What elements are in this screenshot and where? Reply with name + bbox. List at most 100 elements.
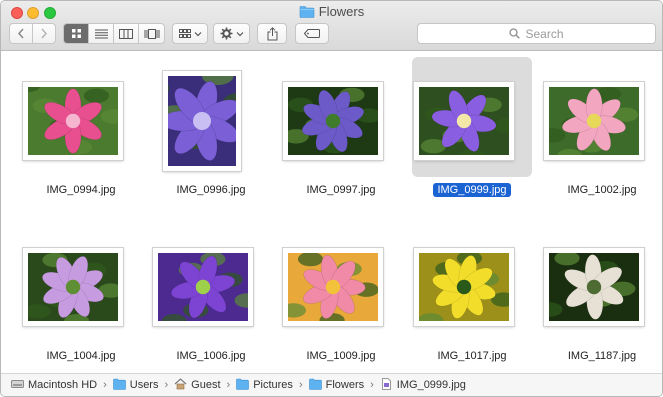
- file-name-label[interactable]: IMG_1002.jpg: [542, 184, 662, 196]
- photo-preview: [549, 253, 639, 321]
- photo-image: [168, 76, 236, 166]
- file-item[interactable]: IMG_1006.jpg: [151, 223, 271, 373]
- path-item[interactable]: Guest: [174, 377, 221, 393]
- file-name-text: IMG_0996.jpg: [176, 184, 246, 196]
- path-item[interactable]: Users: [112, 378, 159, 393]
- file-thumbnail[interactable]: [544, 248, 644, 326]
- folder-icon: [308, 378, 322, 393]
- list-icon: [94, 29, 108, 38]
- photo-preview: [28, 253, 118, 321]
- tag-icon: [304, 29, 320, 38]
- file-thumbnail[interactable]: [414, 248, 514, 326]
- path-item[interactable]: IMG_0999.jpg: [380, 377, 466, 393]
- search-placeholder: Search: [525, 26, 564, 41]
- photo-image: [419, 87, 509, 155]
- photo-preview: [288, 87, 378, 155]
- icon-view-button[interactable]: [64, 24, 89, 43]
- search-field[interactable]: Search: [417, 23, 656, 44]
- column-view-button[interactable]: [114, 24, 139, 43]
- folder-icon: [299, 5, 315, 21]
- file-name-label[interactable]: IMG_1009.jpg: [281, 350, 401, 362]
- path-item-label: IMG_0999.jpg: [396, 379, 466, 391]
- window-title: Flowers: [1, 4, 662, 21]
- file-thumbnail[interactable]: [153, 248, 253, 326]
- tags-button[interactable]: [295, 23, 329, 44]
- finder-window: Flowers Search IMG_0994.jpg IMG_0996.jpg…: [0, 0, 663, 397]
- file-item[interactable]: IMG_0997.jpg: [281, 57, 401, 207]
- photo-image: [549, 253, 639, 321]
- photo-image: [28, 253, 118, 321]
- view-mode-control: [63, 23, 165, 44]
- file-thumbnail[interactable]: [163, 71, 241, 171]
- photo-preview: [28, 87, 118, 155]
- list-view-button[interactable]: [89, 24, 114, 43]
- file-name-text: IMG_1009.jpg: [306, 350, 376, 362]
- chevron-right-icon: ›: [298, 379, 303, 391]
- file-name-text: IMG_1004.jpg: [46, 350, 116, 362]
- file-thumbnail[interactable]: [23, 248, 123, 326]
- gear-icon: [220, 27, 232, 40]
- coverflow-icon: [144, 28, 159, 39]
- file-item[interactable]: IMG_1004.jpg: [21, 223, 141, 373]
- file-name-label[interactable]: IMG_1187.jpg: [542, 350, 662, 362]
- file-item[interactable]: IMG_1017.jpg: [412, 223, 532, 373]
- arrange-button[interactable]: [172, 23, 208, 44]
- photo-image: [288, 87, 378, 155]
- file-thumbnail[interactable]: [544, 82, 644, 160]
- file-name-label[interactable]: IMG_0997.jpg: [281, 184, 401, 196]
- path-item[interactable]: Flowers: [308, 378, 365, 393]
- photo-image: [158, 253, 248, 321]
- path-item-label: Pictures: [253, 379, 293, 391]
- photo-preview: [158, 253, 248, 321]
- file-name-text: IMG_1002.jpg: [567, 184, 637, 196]
- arrange-grid-icon: [178, 28, 191, 38]
- path-bar: Macintosh HD › Users › Guest › Pictures › Flower…: [1, 373, 662, 396]
- photo-image: [549, 87, 639, 155]
- path-item-label: Flowers: [325, 379, 365, 391]
- chevron-right-icon: ›: [103, 379, 107, 391]
- forward-button[interactable]: [33, 24, 55, 43]
- back-button[interactable]: [10, 24, 33, 43]
- file-name-text: IMG_0997.jpg: [306, 184, 376, 196]
- chevron-left-icon: [17, 28, 24, 39]
- file-grid: IMG_0994.jpg IMG_0996.jpg IMG_0997.jpg IMG_…: [1, 51, 662, 373]
- file-thumbnail[interactable]: [414, 82, 514, 160]
- folder-icon: [236, 378, 249, 393]
- file-item[interactable]: IMG_1009.jpg: [281, 223, 401, 373]
- home-icon: [174, 377, 187, 393]
- file-name-label[interactable]: IMG_0996.jpg: [151, 184, 271, 196]
- file-name-label[interactable]: IMG_0999.jpg: [412, 183, 532, 197]
- file-thumbnail[interactable]: [283, 248, 383, 326]
- share-button[interactable]: [257, 23, 287, 44]
- file-item[interactable]: IMG_0996.jpg: [151, 57, 271, 207]
- photo-image: [419, 253, 509, 321]
- file-thumbnail[interactable]: [23, 82, 123, 160]
- file-item[interactable]: IMG_1187.jpg: [542, 223, 662, 373]
- path-item-label: Users: [129, 379, 159, 391]
- photo-preview: [549, 87, 639, 155]
- file-item[interactable]: IMG_0999.jpg: [412, 57, 532, 207]
- file-name-text: IMG_0999.jpg: [433, 183, 511, 197]
- chevron-right-icon: ›: [164, 379, 169, 391]
- disk-icon: [11, 378, 24, 393]
- file-item[interactable]: IMG_0994.jpg: [21, 57, 141, 207]
- photo-image: [288, 253, 378, 321]
- photo-preview: [419, 253, 509, 321]
- window-title-text: Flowers: [318, 4, 365, 19]
- file-name-label[interactable]: IMG_1017.jpg: [412, 350, 532, 362]
- coverflow-view-button[interactable]: [139, 24, 164, 43]
- file-thumbnail[interactable]: [283, 82, 383, 160]
- file-name-label[interactable]: IMG_0994.jpg: [21, 184, 141, 196]
- action-button[interactable]: [213, 23, 250, 44]
- photo-preview: [168, 76, 236, 166]
- file-name-label[interactable]: IMG_1006.jpg: [151, 350, 271, 362]
- path-item-label: Guest: [191, 379, 221, 391]
- file-name-text: IMG_1187.jpg: [567, 350, 637, 362]
- file-item[interactable]: IMG_1002.jpg: [542, 57, 662, 207]
- path-item[interactable]: Macintosh HD: [11, 378, 97, 393]
- path-item-label: Macintosh HD: [28, 379, 98, 391]
- file-name-label[interactable]: IMG_1004.jpg: [21, 350, 141, 362]
- toolbar: Flowers Search: [1, 1, 662, 51]
- columns-icon: [119, 28, 133, 39]
- path-item[interactable]: Pictures: [236, 378, 293, 393]
